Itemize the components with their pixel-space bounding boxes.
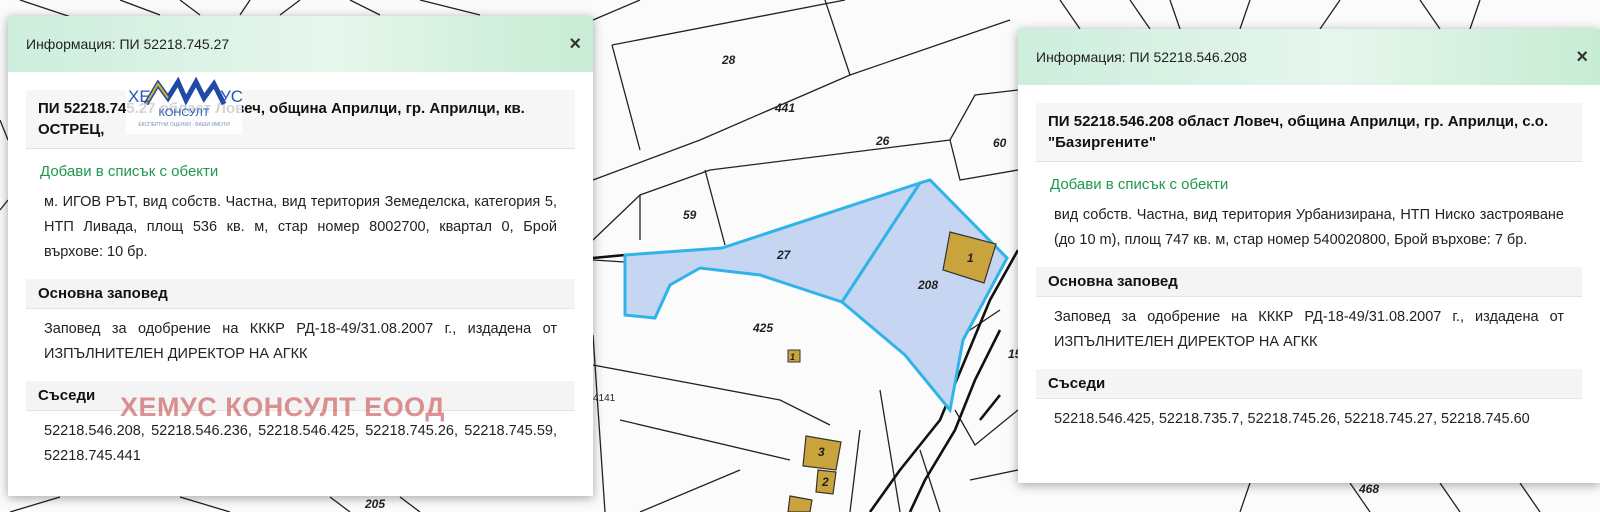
map-label: 60 [993, 136, 1007, 150]
map-label: 468 [1358, 482, 1379, 496]
order-text: Заповед за одобрение на КККР РД-18-49/31… [1054, 309, 1564, 350]
parcel-info-panel-left: Информация: ПИ 52218.745.27 × ПИ 52218.7… [8, 16, 593, 496]
map-label: 425 [752, 321, 773, 335]
map-label: 1 [967, 251, 974, 265]
map-label: 3 [818, 445, 825, 459]
map-label: 26 [875, 134, 890, 148]
map-label: 4141 [593, 393, 616, 404]
map-label: 28 [721, 53, 736, 67]
map-label: 1 [790, 352, 795, 362]
neighbors-text: 52218.546.425, 52218.735.7, 52218.745.26… [1054, 411, 1530, 427]
parcel-info-panel-right: Информация: ПИ 52218.546.208 × ПИ 52218.… [1018, 29, 1600, 483]
parcel-description: м. ИГОВ РЪТ, вид собств. Частна, вид тер… [44, 194, 557, 260]
panel-header: Информация: ПИ 52218.546.208 × [1018, 29, 1600, 85]
map-label: 59 [683, 208, 697, 222]
map-label: 441 [774, 101, 795, 115]
add-to-list-link[interactable]: Добави в списък с обекти [26, 149, 575, 188]
neighbors-text: 52218.546.208, 52218.546.236, 52218.546.… [44, 423, 557, 464]
order-heading: Основна заповед [1036, 267, 1582, 297]
panel-title: Информация: ПИ 52218.546.208 [1036, 49, 1247, 65]
add-to-list-link[interactable]: Добави в списък с обекти [1036, 162, 1582, 201]
map-label: 208 [917, 278, 938, 292]
panel-body: ПИ 52218.745.27 област Ловеч, община Апр… [8, 72, 593, 475]
neighbors-heading: Съседи [1036, 369, 1582, 399]
parcel-title: ПИ 52218.745.27 област Ловеч, община Апр… [26, 90, 575, 149]
map-label: 27 [776, 248, 792, 262]
panel-header: Информация: ПИ 52218.745.27 × [8, 16, 593, 72]
neighbors-heading: Съседи [26, 381, 575, 411]
parcel-title: ПИ 52218.546.208 област Ловеч, община Ап… [1036, 103, 1582, 162]
panel-body: ПИ 52218.546.208 област Ловеч, община Ап… [1018, 85, 1600, 438]
close-button[interactable]: × [569, 34, 581, 54]
order-heading: Основна заповед [26, 279, 575, 309]
parcel-description: вид собств. Частна, вид територия Урбани… [1054, 207, 1564, 248]
panel-title: Информация: ПИ 52218.745.27 [26, 36, 230, 52]
close-button[interactable]: × [1576, 47, 1588, 67]
map-label: 2 [821, 475, 829, 489]
map-label: 205 [364, 497, 385, 511]
order-text: Заповед за одобрение на КККР РД-18-49/31… [44, 321, 557, 362]
